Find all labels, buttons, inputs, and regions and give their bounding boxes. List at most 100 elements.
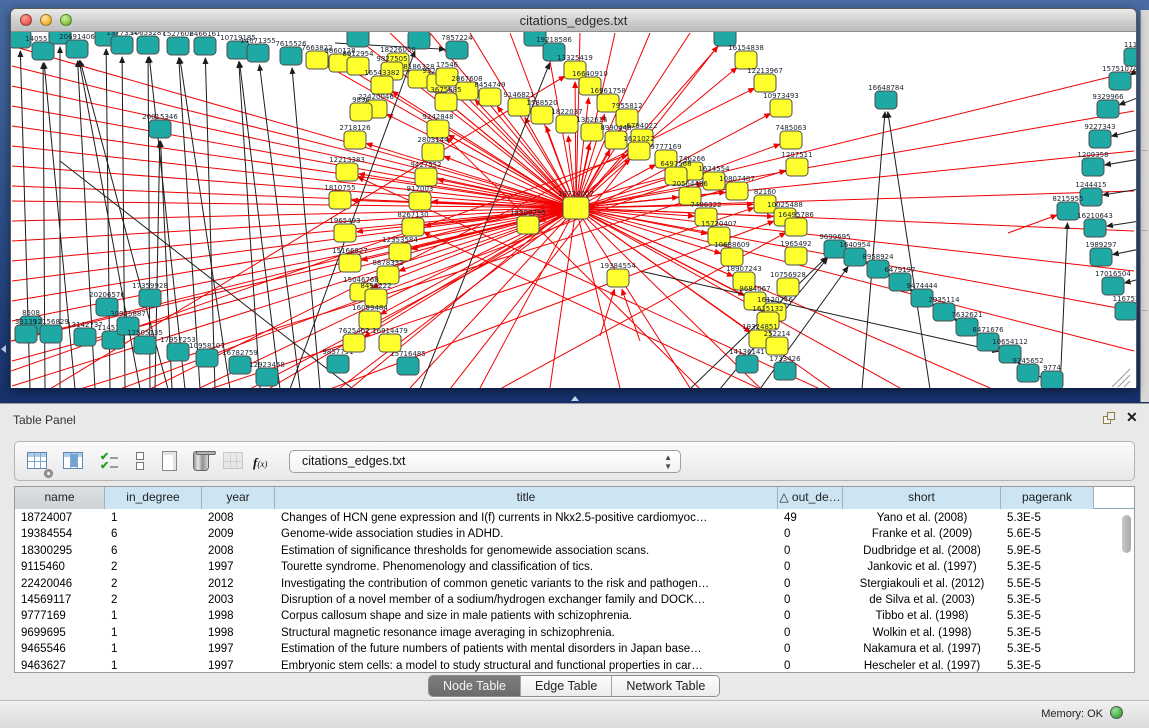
graph-node[interactable] xyxy=(327,355,349,373)
graph-node[interactable] xyxy=(379,334,401,352)
table-cell[interactable]: 18724007 xyxy=(15,510,105,526)
table-cell[interactable]: 5.3E-5 xyxy=(1001,559,1094,575)
graph-edge[interactable] xyxy=(12,46,576,208)
table-cell[interactable]: 5.3E-5 xyxy=(1001,608,1094,624)
graph-node[interactable] xyxy=(167,343,189,361)
graph-edge[interactable] xyxy=(576,208,760,388)
graph-node[interactable] xyxy=(1124,48,1136,66)
graph-node[interactable] xyxy=(774,362,796,380)
table-cell[interactable]: Wolkin et al. (1998) xyxy=(843,625,1001,641)
column-header-title[interactable]: title xyxy=(275,487,778,509)
table-cell[interactable]: 5.3E-5 xyxy=(1001,625,1094,641)
table-cell[interactable]: 9463627 xyxy=(15,658,105,674)
graph-node[interactable] xyxy=(875,91,897,109)
scrollbar-thumb[interactable] xyxy=(1122,515,1131,553)
graph-node[interactable] xyxy=(347,32,369,47)
tab-edge-table[interactable]: Edge Table xyxy=(521,676,612,696)
graph-edge[interactable] xyxy=(480,208,576,388)
graph-node[interactable] xyxy=(402,218,424,236)
table-cell[interactable]: Structural magnetic resonance image aver… xyxy=(275,625,778,641)
table-cell[interactable]: 6 xyxy=(105,526,202,542)
table-cell[interactable]: Tourette syndrome. Phenomenology and cla… xyxy=(275,559,778,575)
graph-node[interactable] xyxy=(780,131,802,149)
table-cell[interactable]: Corpus callosum shape and size in male p… xyxy=(275,608,778,624)
graph-node[interactable] xyxy=(397,357,419,375)
graph-node[interactable] xyxy=(628,142,650,160)
graph-node[interactable] xyxy=(256,368,278,386)
table-selector-dropdown[interactable]: citations_edges.txt ▲▼ xyxy=(289,450,681,473)
table-cell[interactable]: Changes of HCN gene expression and I(f) … xyxy=(275,510,778,526)
tab-network-table[interactable]: Network Table xyxy=(612,676,719,696)
table-cell[interactable]: 0 xyxy=(778,543,843,559)
table-cell[interactable]: 9699695 xyxy=(15,625,105,641)
table-cell[interactable]: 1997 xyxy=(202,559,275,575)
table-cell[interactable]: 1 xyxy=(105,625,202,641)
table-cell[interactable]: 0 xyxy=(778,576,843,592)
graph-node[interactable] xyxy=(371,76,393,94)
table-cell[interactable]: 0 xyxy=(778,641,843,657)
table-row[interactable]: 1872400712008Changes of HCN gene express… xyxy=(15,510,1118,526)
table-cell[interactable]: 2 xyxy=(105,592,202,608)
create-table-icon[interactable] xyxy=(157,449,183,475)
graph-node[interactable] xyxy=(1057,202,1079,220)
column-header-in_degree[interactable]: in_degree xyxy=(105,487,202,509)
graph-node[interactable] xyxy=(721,248,743,266)
table-row[interactable]: 911546021997Tourette syndrome. Phenomeno… xyxy=(15,559,1118,575)
graph-node[interactable] xyxy=(446,41,468,59)
table-cell[interactable]: Disruption of a novel member of a sodium… xyxy=(275,592,778,608)
graph-node[interactable] xyxy=(196,349,218,367)
table-cell[interactable]: 5.5E-5 xyxy=(1001,576,1094,592)
table-cell[interactable]: 0 xyxy=(778,526,843,542)
graph-edge[interactable] xyxy=(448,135,576,208)
network-graph[interactable]: 1872400718300295193845541940557140557148… xyxy=(11,32,1136,388)
table-cell[interactable]: Stergiakouli et al. (2012) xyxy=(843,576,1001,592)
graph-edge[interactable] xyxy=(1125,279,1136,283)
table-row[interactable]: 1830029562008Estimation of significance … xyxy=(15,543,1118,559)
graph-node[interactable] xyxy=(1090,248,1112,266)
memory-status-indicator[interactable] xyxy=(1110,706,1123,719)
graph-node[interactable] xyxy=(777,278,799,296)
graph-node[interactable] xyxy=(247,44,269,62)
graph-node[interactable] xyxy=(1089,130,1111,148)
graph-edge[interactable] xyxy=(447,137,700,388)
table-cell[interactable]: 0 xyxy=(778,592,843,608)
function-builder-icon[interactable]: f(x) xyxy=(253,449,279,475)
table-cell[interactable]: 2008 xyxy=(202,543,275,559)
graph-node[interactable] xyxy=(736,355,758,373)
graph-node[interactable] xyxy=(1017,364,1039,382)
table-cell[interactable]: 22420046 xyxy=(15,576,105,592)
graph-node[interactable] xyxy=(343,334,365,352)
table-cell[interactable]: 9115460 xyxy=(15,559,105,575)
graph-node[interactable] xyxy=(339,254,361,272)
graph-node[interactable] xyxy=(415,168,437,186)
table-cell[interactable]: Genome-wide association studies in ADHD. xyxy=(275,526,778,542)
table-cell[interactable]: 9777169 xyxy=(15,608,105,624)
table-cell[interactable]: Embryonic stem cells: a model to study s… xyxy=(275,658,778,674)
graph-node[interactable] xyxy=(766,337,788,355)
table-cell[interactable]: 2 xyxy=(105,559,202,575)
graph-edge[interactable] xyxy=(622,289,640,341)
graph-node[interactable] xyxy=(149,120,171,138)
graph-node[interactable] xyxy=(15,325,37,343)
graph-edge[interactable] xyxy=(205,58,215,388)
table-row[interactable]: 1938455462009Genome-wide association stu… xyxy=(15,526,1118,542)
graph-node[interactable] xyxy=(785,247,807,265)
graph-node[interactable] xyxy=(770,99,792,117)
graph-node[interactable] xyxy=(167,37,189,55)
table-cell[interactable]: 9465546 xyxy=(15,641,105,657)
graph-node[interactable] xyxy=(563,197,589,219)
panel-collapse-icon[interactable] xyxy=(1,345,6,353)
table-cell[interactable]: de Silva et al. (2003) xyxy=(843,592,1001,608)
table-cell[interactable]: 18300295 xyxy=(15,543,105,559)
graph-node[interactable] xyxy=(1109,72,1131,90)
graph-node[interactable] xyxy=(726,182,748,200)
network-canvas[interactable]: 1872400718300295193845541940557140557148… xyxy=(11,32,1136,388)
graph-node[interactable] xyxy=(1084,219,1106,237)
graph-node[interactable] xyxy=(74,328,96,346)
table-row[interactable]: 969969511998Structural magnetic resonanc… xyxy=(15,625,1118,641)
window-titlebar[interactable]: citations_edges.txt xyxy=(11,9,1136,32)
table-cell[interactable]: 5.6E-5 xyxy=(1001,526,1094,542)
graph-node[interactable] xyxy=(531,106,553,124)
table-cell[interactable]: 5.3E-5 xyxy=(1001,592,1094,608)
table-scrollbar[interactable] xyxy=(1120,511,1133,671)
